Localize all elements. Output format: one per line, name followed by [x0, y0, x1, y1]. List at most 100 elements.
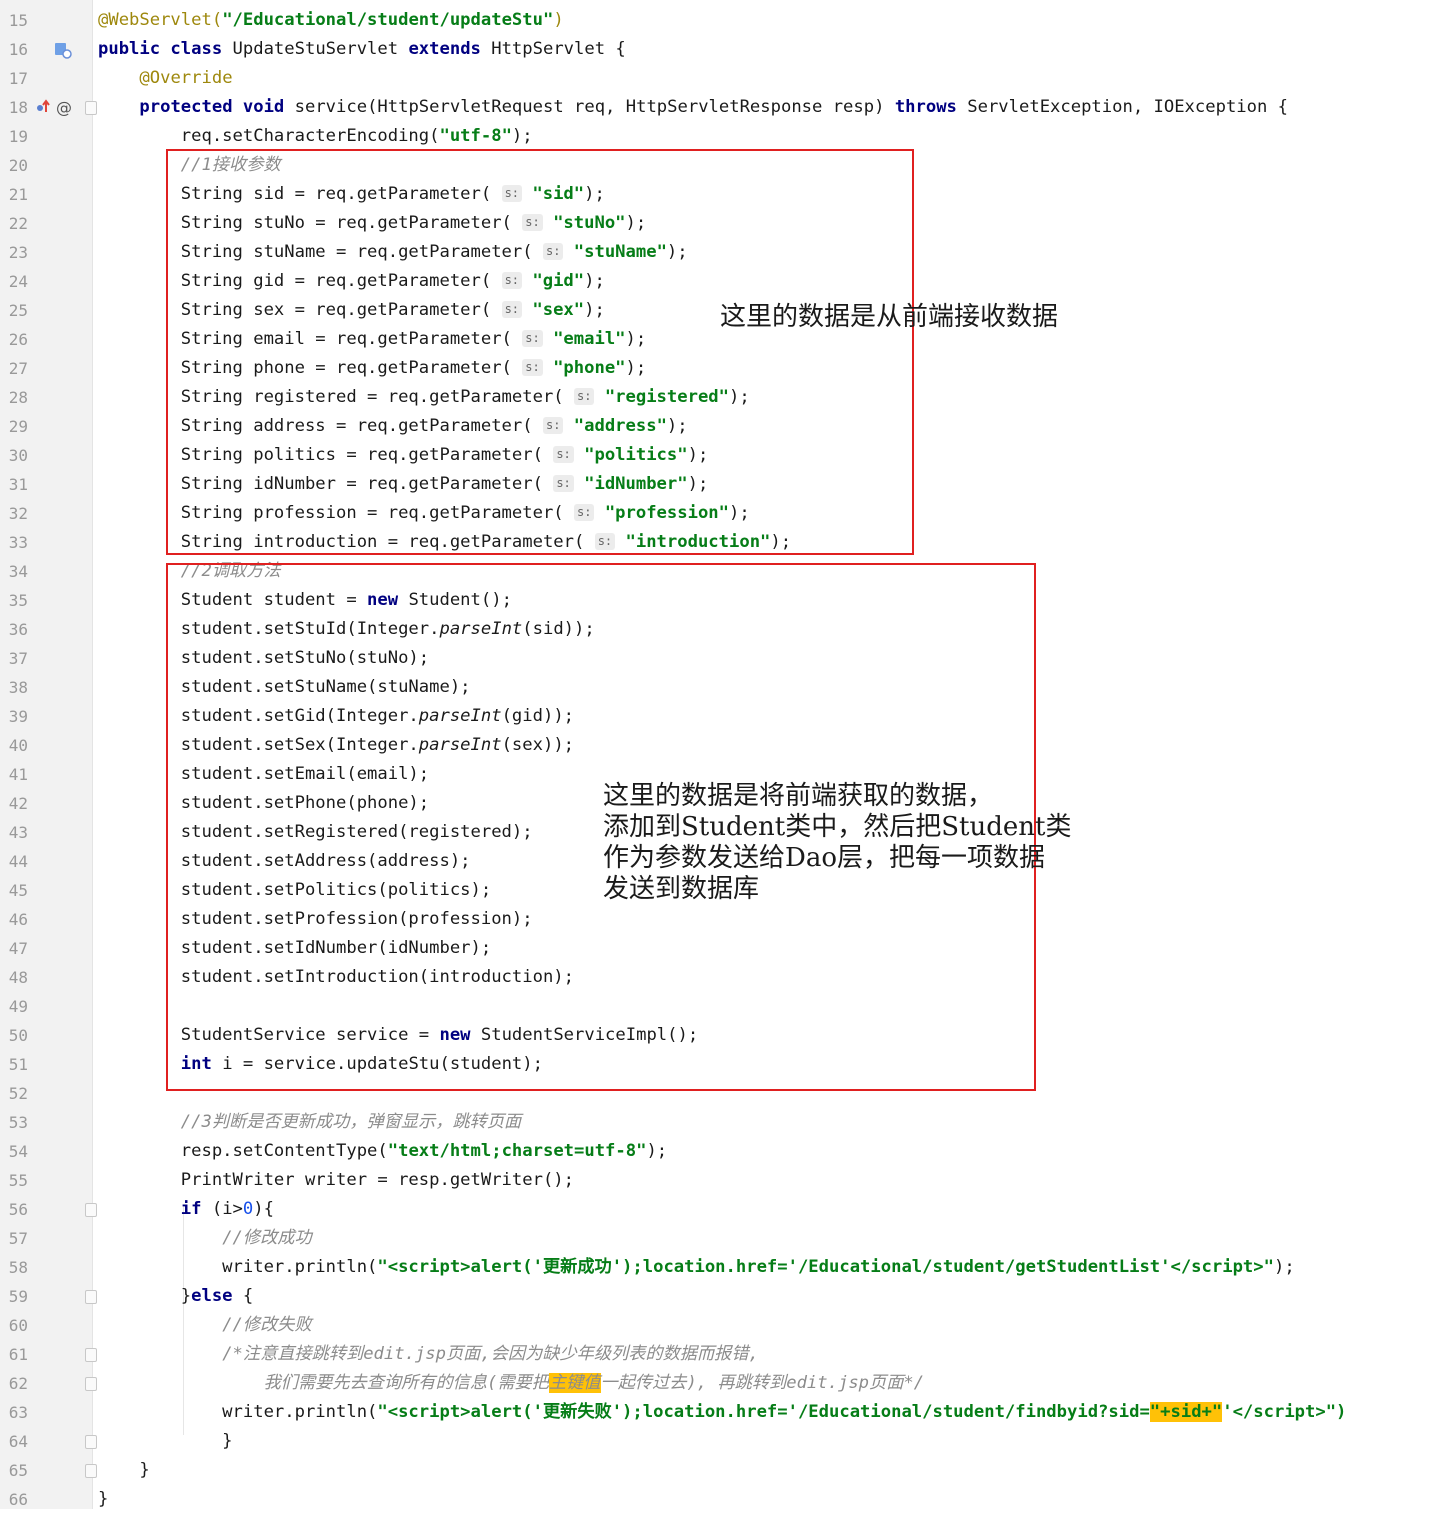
code-line[interactable]: 57 //修改成功 — [0, 1224, 1440, 1253]
line-number: 48 — [8, 968, 28, 987]
code-line[interactable]: 60 //修改失败 — [0, 1311, 1440, 1340]
line-number: 60 — [8, 1316, 28, 1335]
code-line[interactable]: 63 writer.println("<script>alert('更新失败')… — [0, 1398, 1440, 1427]
code-line[interactable]: 61 /*注意直接跳转到edit.jsp页面,会因为缺少年级列表的数据而报错, — [0, 1340, 1440, 1369]
code-text[interactable]: //修改成功 — [98, 1224, 311, 1253]
code-line[interactable]: 15 @WebServlet("/Educational/student/upda… — [0, 6, 1440, 35]
line-number: 43 — [8, 823, 28, 842]
line-number: 19 — [8, 127, 28, 146]
code-line[interactable]: 62 我们需要先去查询所有的信息(需要把主键值一起传过去), 再跳转到edit.… — [0, 1369, 1440, 1398]
line-number: 54 — [8, 1142, 28, 1161]
line-number: 46 — [8, 910, 28, 929]
line-number: 38 — [8, 678, 28, 697]
fold-marker-icon[interactable] — [85, 1435, 97, 1449]
line-number: 63 — [8, 1403, 28, 1422]
line-number: 20 — [8, 156, 28, 175]
line-number: 34 — [8, 562, 28, 581]
line-number: 31 — [8, 475, 28, 494]
code-line[interactable]: 19 req.setCharacterEncoding("utf-8"); — [0, 122, 1440, 151]
code-line[interactable]: 55 PrintWriter writer = resp.getWriter()… — [0, 1166, 1440, 1195]
line-number: 47 — [8, 939, 28, 958]
code-text[interactable]: if (i>0){ — [98, 1195, 274, 1224]
code-line[interactable]: 53 //3判断是否更新成功，弹窗显示，跳转页面 — [0, 1108, 1440, 1137]
line-number: 44 — [8, 852, 28, 871]
line-number: 39 — [8, 707, 28, 726]
code-text[interactable]: protected void service(HttpServletReques… — [98, 93, 1288, 122]
code-text[interactable]: //3判断是否更新成功，弹窗显示，跳转页面 — [98, 1108, 521, 1137]
fold-marker-icon[interactable] — [85, 1377, 97, 1391]
code-text[interactable]: //修改失败 — [98, 1311, 311, 1340]
fold-marker-icon[interactable] — [85, 101, 97, 115]
code-text[interactable]: } — [98, 1427, 232, 1456]
line-number: 37 — [8, 649, 28, 668]
line-number: 45 — [8, 881, 28, 900]
line-number: 58 — [8, 1258, 28, 1277]
code-line[interactable]: 58 writer.println("<script>alert('更新成功')… — [0, 1253, 1440, 1282]
code-line[interactable]: 16 public class UpdateStuServlet extends … — [0, 35, 1440, 64]
code-text[interactable]: @WebServlet("/Educational/student/update… — [98, 6, 564, 35]
code-line[interactable]: 54 resp.setContentType("text/html;charse… — [0, 1137, 1440, 1166]
line-number: 65 — [8, 1461, 28, 1480]
line-number: 32 — [8, 504, 28, 523]
line-number: 27 — [8, 359, 28, 378]
line-number: 26 — [8, 330, 28, 349]
code-text[interactable]: 我们需要先去查询所有的信息(需要把主键值一起传过去), 再跳转到edit.jsp… — [98, 1369, 924, 1398]
line-number: 17 — [8, 69, 28, 88]
class-implementation-icon[interactable] — [36, 35, 80, 64]
code-line[interactable]: 17 @Override — [0, 64, 1440, 93]
line-number: 24 — [8, 272, 28, 291]
annotation-note-receive: 这里的数据是从前端接收数据 — [720, 302, 1059, 332]
line-number: 64 — [8, 1432, 28, 1451]
code-text[interactable]: req.setCharacterEncoding("utf-8"); — [98, 122, 533, 151]
line-number: 56 — [8, 1200, 28, 1219]
line-number: 30 — [8, 446, 28, 465]
line-number: 49 — [8, 997, 28, 1016]
line-number: 42 — [8, 794, 28, 813]
line-number: 61 — [8, 1345, 28, 1364]
code-text[interactable]: }else { — [98, 1282, 253, 1311]
code-text[interactable]: } — [98, 1456, 149, 1485]
line-number: 62 — [8, 1374, 28, 1393]
line-number: 18 — [8, 98, 28, 117]
fold-marker-icon[interactable] — [85, 1203, 97, 1217]
code-line[interactable]: 65 } — [0, 1456, 1440, 1485]
line-number: 29 — [8, 417, 28, 436]
code-text[interactable]: PrintWriter writer = resp.getWriter(); — [98, 1166, 574, 1195]
line-number: 59 — [8, 1287, 28, 1306]
code-text[interactable]: writer.println("<script>alert('更新失败');lo… — [98, 1398, 1346, 1427]
code-line[interactable]: 59 }else { — [0, 1282, 1440, 1311]
code-text[interactable]: @Override — [98, 64, 232, 93]
line-number: 50 — [8, 1026, 28, 1045]
line-number: 21 — [8, 185, 28, 204]
line-number: 25 — [8, 301, 28, 320]
line-number: 52 — [8, 1084, 28, 1103]
line-number: 15 — [8, 11, 28, 30]
fold-marker-icon[interactable] — [85, 1290, 97, 1304]
line-number: 36 — [8, 620, 28, 639]
line-number: 22 — [8, 214, 28, 233]
line-number: 66 — [8, 1490, 28, 1509]
line-number: 53 — [8, 1113, 28, 1132]
line-number: 28 — [8, 388, 28, 407]
code-line[interactable]: 66} — [0, 1485, 1440, 1514]
at-annotation-icon[interactable]: @ — [56, 93, 72, 122]
code-text[interactable]: } — [98, 1485, 108, 1514]
code-text[interactable]: /*注意直接跳转到edit.jsp页面,会因为缺少年级列表的数据而报错, — [98, 1340, 759, 1369]
line-number: 41 — [8, 765, 28, 784]
code-text[interactable]: resp.setContentType("text/html;charset=u… — [98, 1137, 667, 1166]
code-line[interactable]: 18 @ protected void service(HttpServletRe… — [0, 93, 1440, 122]
line-number: 55 — [8, 1171, 28, 1190]
line-number: 40 — [8, 736, 28, 755]
line-number: 23 — [8, 243, 28, 262]
annotation-note-send: 这里的数据是将前端获取的数据， 添加到Student类中，然后把Student类… — [603, 781, 1072, 904]
code-text[interactable]: writer.println("<script>alert('更新成功');lo… — [98, 1253, 1295, 1282]
line-number: 57 — [8, 1229, 28, 1248]
fold-marker-icon[interactable] — [85, 1464, 97, 1478]
code-line[interactable]: 64 } — [0, 1427, 1440, 1456]
code-line[interactable]: 56 if (i>0){ — [0, 1195, 1440, 1224]
highlight-box-receive-params — [166, 149, 914, 555]
fold-marker-icon[interactable] — [85, 1348, 97, 1362]
line-number: 33 — [8, 533, 28, 552]
line-number: 51 — [8, 1055, 28, 1074]
code-text[interactable]: public class UpdateStuServlet extends Ht… — [98, 35, 626, 64]
